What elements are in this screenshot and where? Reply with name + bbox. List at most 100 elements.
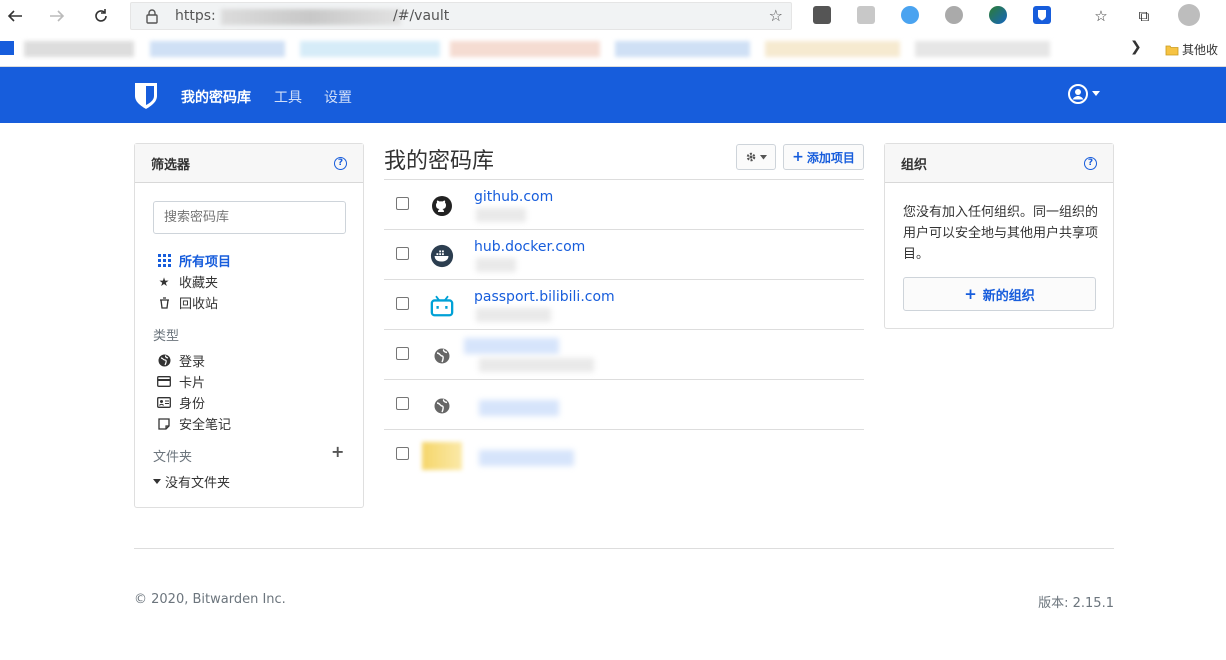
vault-search-input[interactable] [153, 201, 346, 234]
vault-item-row[interactable] [384, 380, 864, 430]
plus-icon: + [792, 149, 804, 165]
help-icon[interactable]: ? [334, 156, 347, 170]
docker-icon [430, 244, 454, 268]
filter-trash[interactable]: 回收站 [157, 293, 218, 312]
vault-item-username-redacted [476, 308, 551, 322]
filter-no-folder[interactable]: 没有文件夹 [153, 472, 230, 491]
forward-icon[interactable] [44, 4, 70, 28]
row-checkbox[interactable] [396, 397, 409, 410]
vault-options-button[interactable] [736, 144, 776, 170]
row-checkbox[interactable] [396, 247, 409, 260]
account-menu[interactable] [1068, 84, 1100, 104]
bookmark-redacted[interactable] [24, 41, 134, 57]
credit-card-icon [157, 375, 171, 389]
id-card-icon [157, 396, 171, 410]
bilibili-icon [430, 294, 454, 318]
organizations-card: 组织 ? 您没有加入任何组织。同一组织的用户可以安全地与其他用户共享项目。 + … [884, 143, 1114, 329]
user-circle-icon [1068, 84, 1088, 104]
bitwarden-extension-icon[interactable] [1033, 6, 1051, 24]
extension-s-icon[interactable] [813, 6, 831, 24]
new-organization-button[interactable]: + 新的组织 [903, 277, 1096, 311]
bookmarks-bar: ❯ 其他收 [0, 33, 1226, 67]
vault-item-row[interactable]: hub.docker.com [384, 230, 864, 280]
bookmark-redacted[interactable] [765, 41, 900, 57]
bookmark-redacted[interactable] [915, 41, 1050, 57]
organizations-title: 组织 [901, 157, 928, 173]
bookmark-redacted[interactable] [150, 41, 285, 57]
page-title: 我的密码库 [384, 149, 495, 174]
filter-trash-label: 回收站 [179, 297, 219, 312]
row-checkbox[interactable] [396, 447, 409, 460]
bookmark-favicon[interactable] [0, 41, 14, 55]
filter-type-identity[interactable]: 身份 [157, 393, 205, 412]
bitwarden-logo-icon[interactable] [134, 82, 158, 110]
new-organization-label: 新的组织 [982, 288, 1035, 304]
cloud-extension-icon[interactable] [901, 6, 919, 24]
add-folder-plus-icon[interactable]: + [331, 442, 344, 461]
vault-item-name[interactable]: passport.bilibili.com [474, 289, 615, 305]
vault-item-row[interactable] [384, 430, 864, 480]
caret-down-icon [153, 478, 161, 484]
row-checkbox[interactable] [396, 197, 409, 210]
help-icon[interactable]: ? [1084, 156, 1097, 170]
address-bar[interactable]: https: /#/vault ☆ [130, 2, 792, 30]
grid-icon [157, 254, 171, 268]
folder-icon [1165, 45, 1179, 56]
filter-type-login[interactable]: 登录 [157, 351, 205, 370]
reload-icon[interactable] [88, 4, 114, 28]
filter-no-folder-label: 没有文件夹 [165, 476, 231, 491]
filter-type-login-label: 登录 [179, 355, 206, 370]
filter-type-secure-note[interactable]: 安全笔记 [157, 414, 231, 433]
bookmark-redacted[interactable] [450, 41, 600, 57]
vault-item-name-redacted[interactable] [479, 450, 574, 466]
hexagon-extension-icon[interactable] [945, 6, 963, 24]
globe-extension-icon[interactable] [989, 6, 1007, 24]
chevron-right-icon[interactable]: ❯ [1130, 39, 1142, 55]
vault-item-name[interactable]: hub.docker.com [474, 239, 585, 255]
github-icon [430, 194, 454, 218]
globe-icon [157, 354, 171, 368]
browser-toolbar: https: /#/vault ☆ ☆ ⧉ [0, 0, 1226, 33]
caret-down-icon [760, 154, 767, 159]
types-label: 类型 [153, 329, 180, 344]
bookmark-redacted[interactable] [300, 41, 440, 57]
other-bookmarks[interactable]: 其他收 [1165, 41, 1218, 58]
vault-item-name-redacted[interactable] [464, 338, 559, 354]
back-icon[interactable] [2, 4, 28, 28]
filters-card: 筛选器 ? 所有项目 ★ 收藏夹 回收站 类型 登录 卡片 身份 安全笔记 文件… [134, 143, 364, 508]
favorites-icon[interactable]: ☆ [1088, 4, 1114, 28]
collections-icon[interactable]: ⧉ [1131, 4, 1157, 28]
vault-item-row[interactable] [384, 330, 864, 380]
add-item-button[interactable]: + 添加项目 [783, 144, 864, 170]
filters-header: 筛选器 ? [135, 144, 363, 183]
profile-avatar[interactable] [1178, 4, 1200, 26]
app-navbar: 我的密码库 工具 设置 [0, 67, 1226, 123]
globe-icon [430, 394, 454, 418]
vault-item-username-redacted [479, 358, 594, 372]
vault-item-name-redacted[interactable] [479, 400, 559, 416]
row-checkbox[interactable] [396, 347, 409, 360]
note-icon [157, 417, 171, 431]
lock-icon [145, 8, 159, 28]
no-organizations-text: 您没有加入任何组织。同一组织的用户可以安全地与其他用户共享项目。 [903, 205, 1099, 262]
url-suffix: /#/vault [393, 8, 450, 24]
vault-item-username-redacted [476, 208, 526, 222]
filter-favorites-label: 收藏夹 [179, 276, 219, 291]
vault-item-row[interactable]: passport.bilibili.com [384, 280, 864, 330]
copyright: © 2020, Bitwarden Inc. [134, 592, 286, 607]
star-icon: ★ [158, 274, 170, 289]
extension-icon[interactable] [857, 6, 875, 24]
note-icon [422, 442, 462, 470]
vault-item-row[interactable]: github.com [384, 180, 864, 230]
bookmark-redacted[interactable] [615, 41, 750, 57]
plus-icon: + [964, 285, 977, 303]
bookmark-star-icon[interactable]: ☆ [769, 6, 783, 25]
filter-all-items[interactable]: 所有项目 [157, 251, 231, 270]
nav-tools[interactable]: 工具 [274, 87, 302, 107]
row-checkbox[interactable] [396, 297, 409, 310]
vault-item-name[interactable]: github.com [474, 189, 553, 205]
filter-type-card[interactable]: 卡片 [157, 372, 205, 391]
nav-settings[interactable]: 设置 [324, 87, 352, 107]
filter-favorites[interactable]: ★ 收藏夹 [157, 272, 219, 292]
nav-my-vault[interactable]: 我的密码库 [181, 87, 251, 107]
